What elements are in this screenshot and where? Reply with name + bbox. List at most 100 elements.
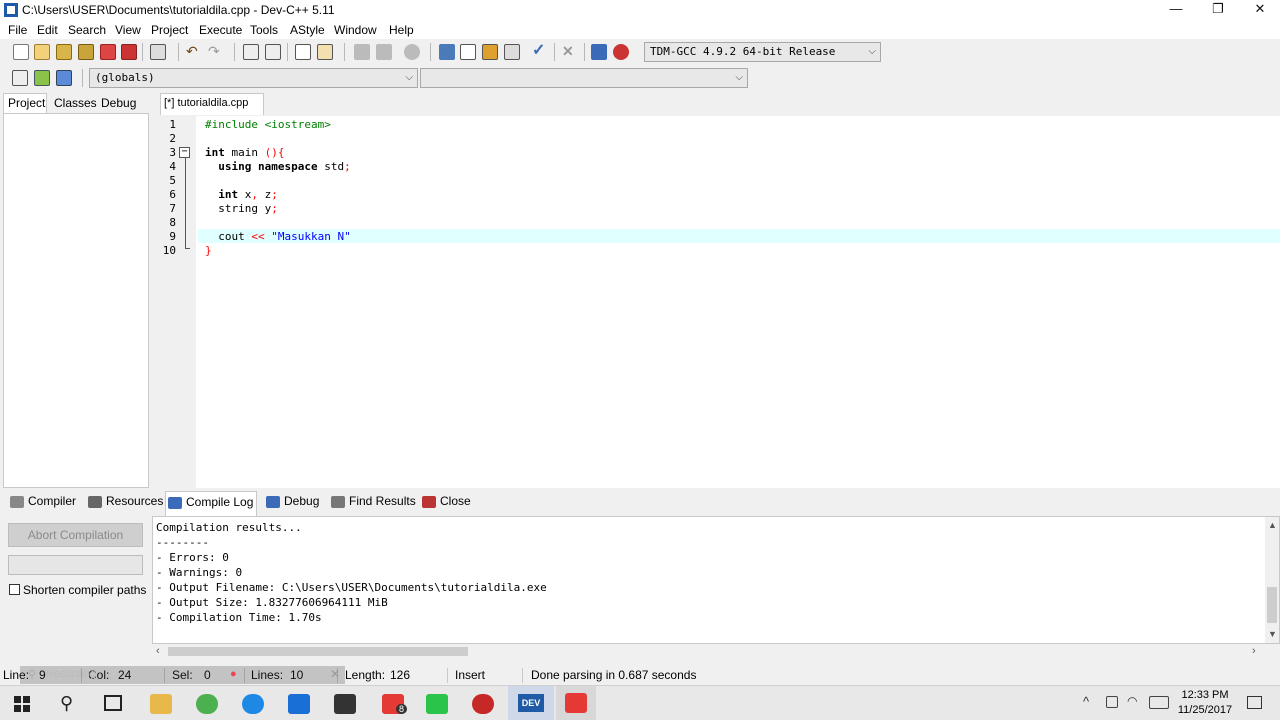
close-icon[interactable]: ✕ xyxy=(1238,0,1280,20)
stop-icon[interactable]: ✕ xyxy=(562,44,578,60)
compile-icon[interactable] xyxy=(439,44,455,60)
log-horizontal-scrollbar[interactable]: ‹ › xyxy=(152,644,1266,659)
save-all-icon[interactable] xyxy=(78,44,94,60)
status-mode: Insert xyxy=(455,668,486,682)
tab-project[interactable]: Project xyxy=(8,96,45,110)
bookmark-icon[interactable] xyxy=(404,44,420,60)
menu-window[interactable]: Window xyxy=(334,23,377,37)
scroll-left-icon[interactable]: ‹ xyxy=(156,645,160,657)
scroll-right-icon[interactable]: › xyxy=(1252,645,1256,657)
scroll-thumb[interactable] xyxy=(1267,587,1277,623)
open-file-icon[interactable] xyxy=(34,44,50,60)
goto-icon[interactable] xyxy=(56,70,72,86)
menu-view[interactable]: View xyxy=(115,23,141,37)
menu-search[interactable]: Search xyxy=(68,23,106,37)
line-number: 1 xyxy=(169,118,176,131)
file-explorer-icon[interactable] xyxy=(150,694,172,714)
run-icon[interactable] xyxy=(460,44,476,60)
tray-device-icon[interactable] xyxy=(1106,696,1118,708)
tray-chevron-up-icon[interactable]: ^ xyxy=(1083,694,1089,709)
code-line: int main (){ xyxy=(205,146,285,159)
tab-resources[interactable]: Resources xyxy=(86,494,163,514)
action-center-icon[interactable] xyxy=(1247,696,1262,709)
paint-taskbar-button[interactable] xyxy=(556,686,596,720)
scroll-thumb[interactable] xyxy=(168,647,468,656)
new-file-icon[interactable] xyxy=(13,44,29,60)
restore-icon[interactable]: ❐ xyxy=(1196,0,1240,20)
line-number: 7 xyxy=(169,202,176,215)
goto-line-icon[interactable] xyxy=(295,44,311,60)
save-icon[interactable] xyxy=(56,44,72,60)
rebuild-icon[interactable] xyxy=(504,44,520,60)
compiler-select[interactable]: TDM-GCC 4.9.2 64-bit Release ⌵ xyxy=(644,42,881,62)
indent-icon[interactable] xyxy=(317,44,333,60)
mail-icon[interactable] xyxy=(334,694,356,714)
syntax-check-icon[interactable]: ✓ xyxy=(532,43,548,60)
tab-debug[interactable]: Debug xyxy=(101,96,136,110)
tab-debug-bottom[interactable]: Debug xyxy=(264,494,319,514)
print-icon[interactable] xyxy=(150,44,166,60)
line-app-icon[interactable] xyxy=(426,694,448,714)
minimize-icon[interactable]: — xyxy=(1154,0,1198,20)
profile-icon[interactable] xyxy=(591,44,607,60)
redo-icon[interactable]: ↷ xyxy=(208,44,224,60)
back-icon[interactable] xyxy=(354,44,370,60)
windows-start-icon[interactable] xyxy=(14,696,30,712)
taskbar-clock[interactable]: 12:33 PM 11/25/2017 xyxy=(1170,688,1240,718)
tab-compile-log[interactable]: Compile Log xyxy=(165,491,257,516)
menu-tools[interactable]: Tools xyxy=(250,23,278,37)
keyboard-icon[interactable] xyxy=(1149,696,1169,709)
log-line: -------- xyxy=(156,536,209,549)
member-select[interactable]: ⌵ xyxy=(420,68,748,88)
compile-log-output[interactable]: Compilation results... -------- - Errors… xyxy=(152,516,1280,644)
debug-icon[interactable] xyxy=(613,44,629,60)
line-number: 6 xyxy=(169,188,176,201)
notification-app-icon[interactable]: 8 xyxy=(382,694,408,714)
shorten-paths-checkbox[interactable] xyxy=(9,584,20,595)
code-line: int x, z; xyxy=(218,188,278,201)
replace-icon[interactable] xyxy=(265,44,281,60)
tab-classes[interactable]: Classes xyxy=(54,96,97,110)
compile-run-icon[interactable] xyxy=(482,44,498,60)
undo-icon[interactable]: ↶ xyxy=(186,44,202,60)
line-number: 9 xyxy=(169,230,176,243)
menu-execute[interactable]: Execute xyxy=(199,23,242,37)
recorder-icon[interactable] xyxy=(472,694,494,714)
project-panel: Project Classes Debug xyxy=(0,93,150,488)
fold-line xyxy=(185,158,186,248)
toggle-icon[interactable] xyxy=(34,70,50,86)
menu-file[interactable]: File xyxy=(8,23,27,37)
scope-select[interactable]: (globals) ⌵ xyxy=(89,68,418,88)
tab-find-results[interactable]: Find Results xyxy=(329,494,416,514)
code-editor[interactable]: 1 2 3 4 5 6 7 8 9 10 − #include <iostrea… xyxy=(158,116,1280,488)
store-icon[interactable] xyxy=(288,694,310,714)
editor-tab[interactable]: [*] tutorialdila.cpp xyxy=(160,93,264,115)
devcpp-taskbar-button[interactable]: DEV xyxy=(508,686,554,720)
insert-icon[interactable] xyxy=(12,70,28,86)
find-icon[interactable] xyxy=(243,44,259,60)
chrome-icon[interactable] xyxy=(196,694,218,714)
menu-astyle[interactable]: AStyle xyxy=(290,23,325,37)
menu-project[interactable]: Project xyxy=(151,23,188,37)
close-file-icon[interactable] xyxy=(100,44,116,60)
forward-icon[interactable] xyxy=(376,44,392,60)
menu-edit[interactable]: Edit xyxy=(37,23,58,37)
project-tree[interactable] xyxy=(3,113,149,488)
close-all-icon[interactable] xyxy=(121,44,137,60)
scroll-down-icon[interactable]: ▼ xyxy=(1268,629,1277,639)
abort-compilation-button[interactable]: Abort Compilation xyxy=(8,523,143,547)
task-view-icon[interactable] xyxy=(104,695,122,711)
tab-label: Compile Log xyxy=(186,495,254,509)
overlay-close-icon[interactable]: ✕ xyxy=(330,667,340,681)
search-icon[interactable]: ⚲ xyxy=(60,693,73,714)
shorten-paths-label: Shorten compiler paths xyxy=(23,583,147,597)
edge-icon[interactable] xyxy=(242,694,264,714)
network-icon[interactable]: ◠ xyxy=(1127,694,1137,708)
fold-collapse-icon[interactable]: − xyxy=(179,147,190,158)
fold-end xyxy=(185,248,190,249)
tab-close[interactable]: Close xyxy=(420,494,471,514)
tab-compiler[interactable]: Compiler xyxy=(8,494,76,514)
menu-help[interactable]: Help xyxy=(389,23,414,37)
log-vertical-scrollbar[interactable]: ▲ ▼ xyxy=(1265,517,1279,643)
scroll-up-icon[interactable]: ▲ xyxy=(1268,520,1277,530)
